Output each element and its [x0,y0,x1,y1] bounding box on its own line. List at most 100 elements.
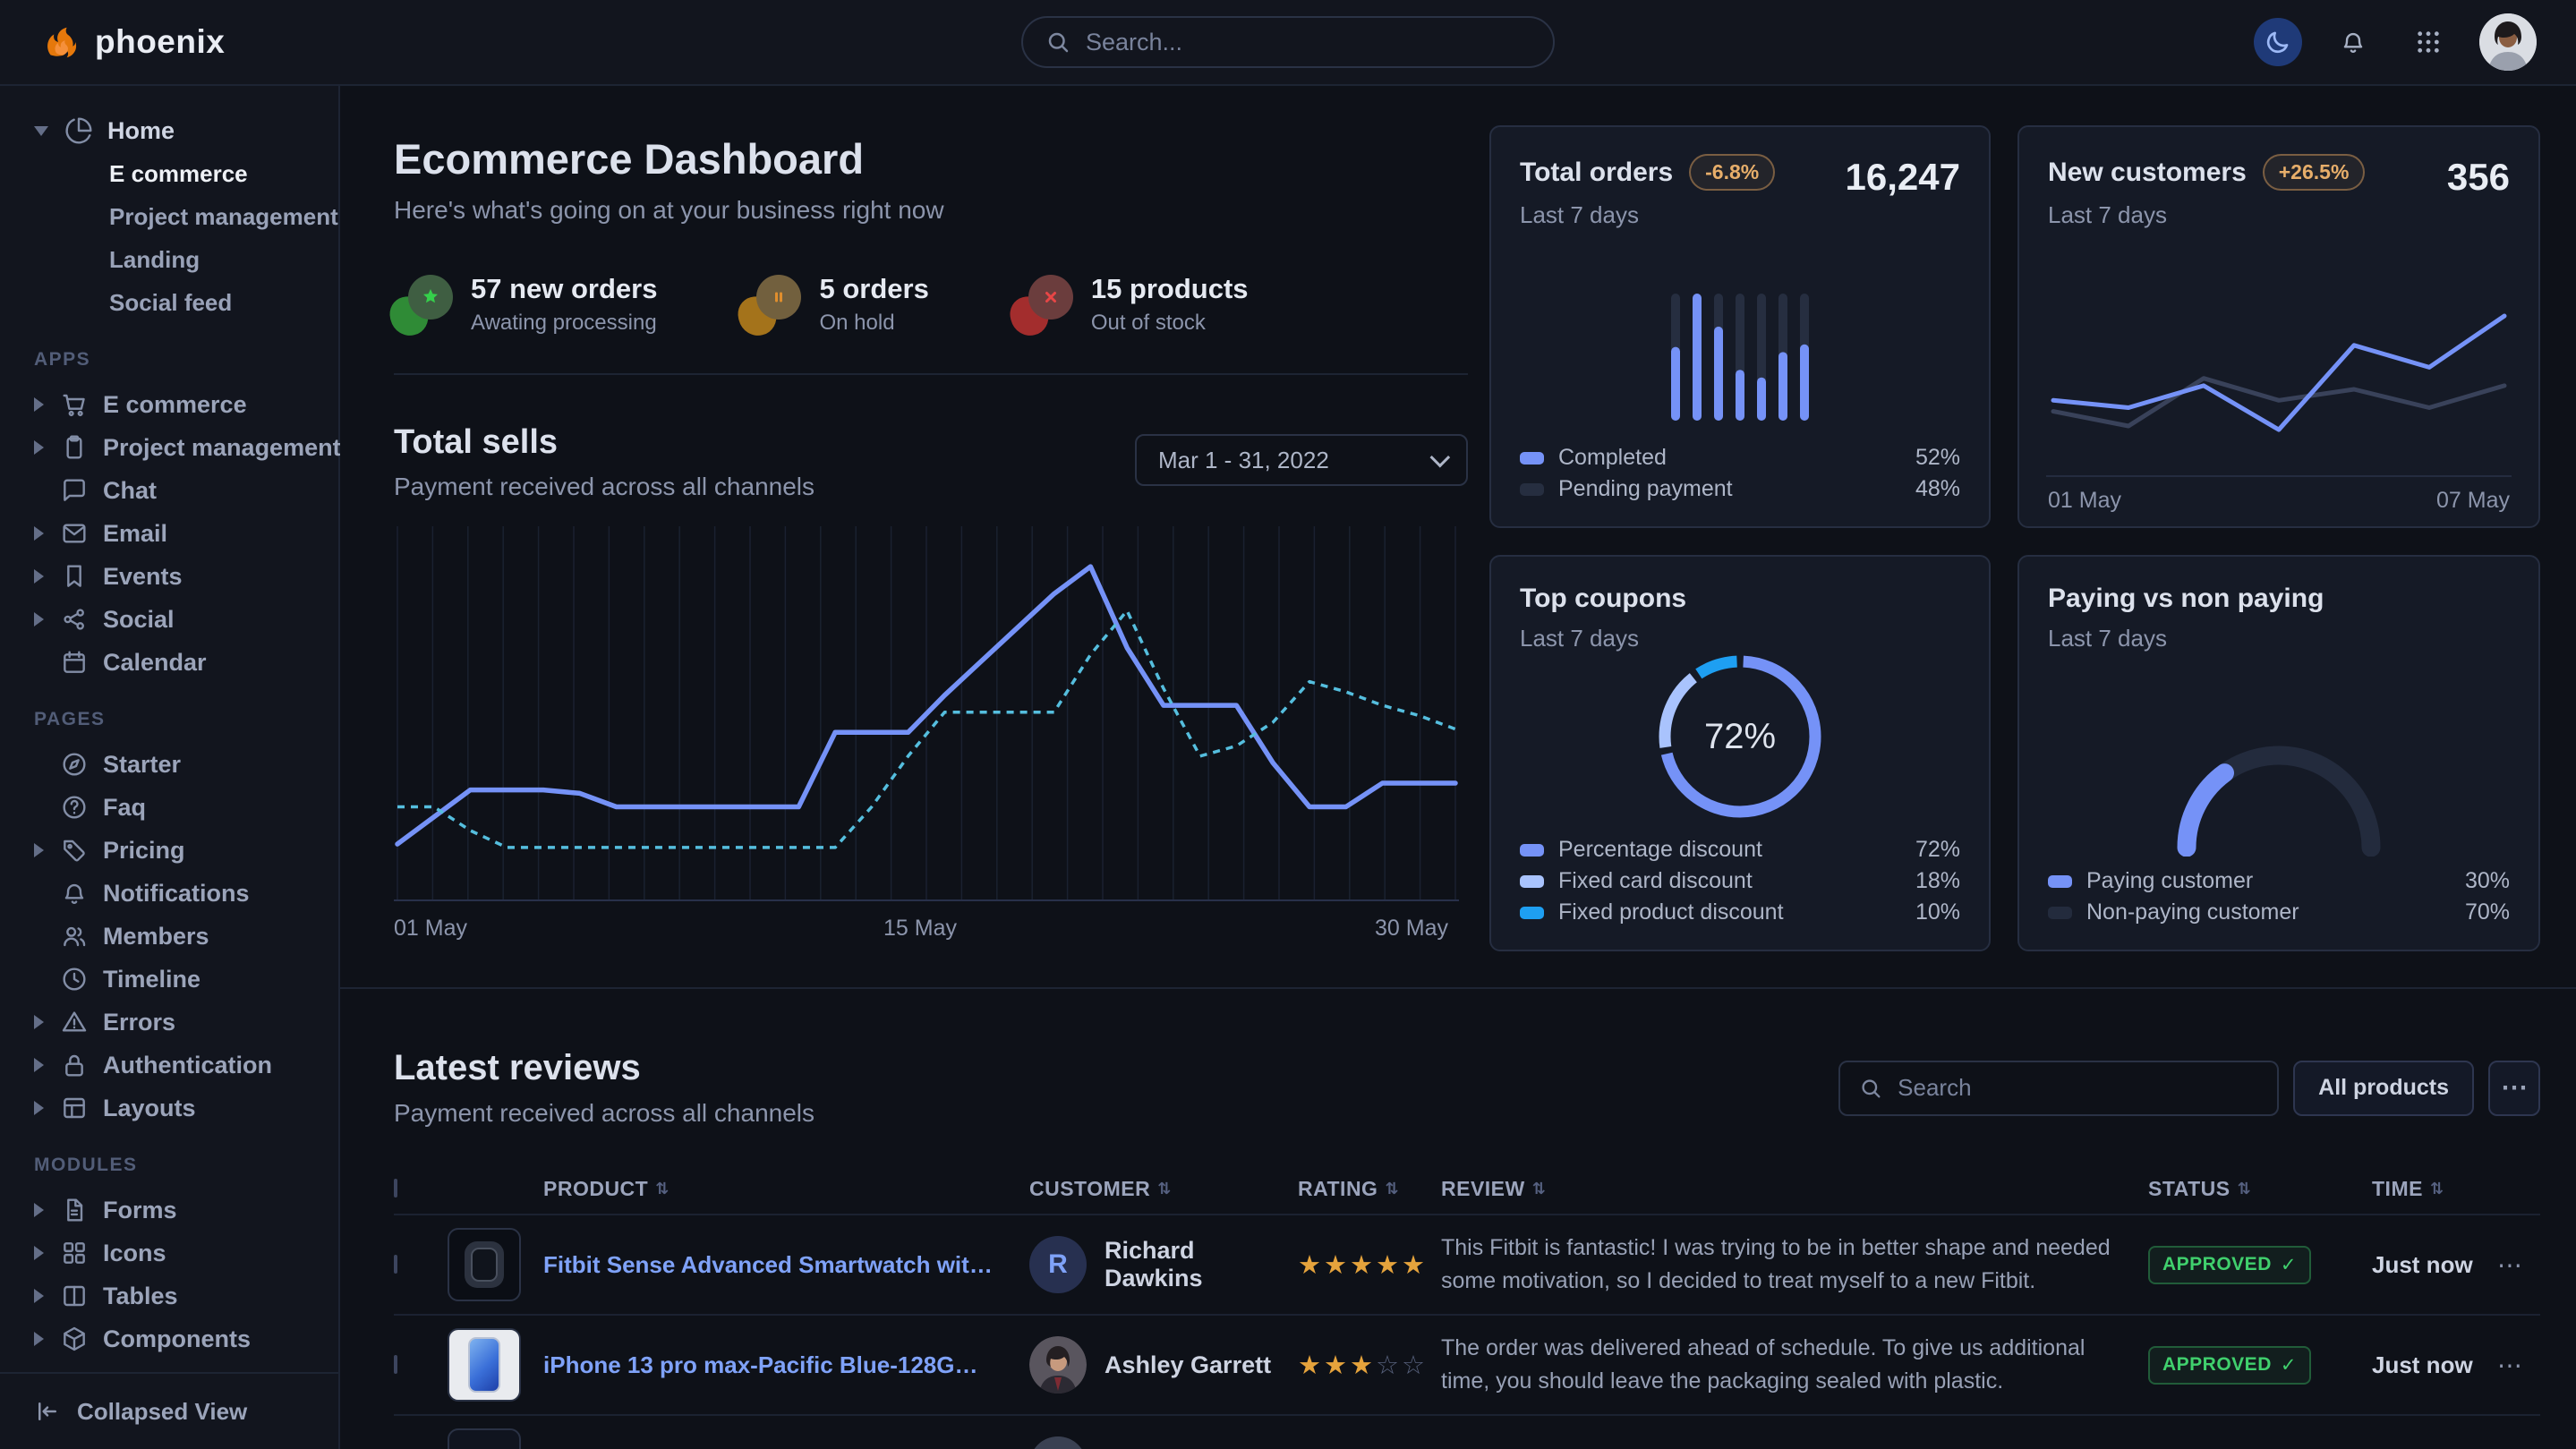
sidebar-item-forms[interactable]: Forms [0,1189,338,1232]
bell-icon [60,879,89,908]
total-sells-title: Total sells [394,423,815,462]
stat-out-of-stock: 15 productsOut of stock [1014,273,1249,336]
legend-value: 48% [1915,476,1960,502]
paying-gauge-chart [2019,736,2538,857]
theme-toggle-button[interactable] [2254,18,2302,66]
user-avatar[interactable] [2479,13,2537,71]
card-period: Last 7 days [2048,201,2510,229]
chevron-right-icon [34,1246,44,1260]
sidebar-item-chat[interactable]: Chat [0,469,338,512]
compass-icon [60,750,89,779]
chevron-right-icon [34,612,44,626]
search-icon [1045,29,1071,55]
notifications-button[interactable] [2329,18,2377,66]
chevron-right-icon [34,1289,44,1303]
orders-legend: Completed52%Pending payment48% [1520,442,1960,505]
pause-badge-icon [742,275,801,334]
sidebar-subitem-e-commerce[interactable]: E commerce [0,152,338,195]
sidebar-item-home[interactable]: Home [0,109,338,152]
sidebar-item-social[interactable]: Social [0,598,338,641]
brand[interactable]: phoenix [39,21,225,63]
more-options-button[interactable]: ⋯ [2488,1061,2540,1116]
grid-icon [60,1239,89,1267]
column-header-review[interactable]: REVIEW ⇅ [1441,1177,2148,1201]
sidebar-item-label: Events [103,563,183,591]
brand-name: phoenix [95,23,225,61]
sidebar-subitem-project-management[interactable]: Project management [0,195,338,238]
sidebar-item-label: Chat [103,477,157,505]
column-header-time[interactable]: TIME ⇅ [2372,1177,2497,1201]
reviews-search-input[interactable] [1896,1073,2259,1103]
product-link[interactable]: iPhone 13 pro max-Pacific Blue-128GB sto… [543,1351,1029,1379]
navbar-actions [2254,13,2537,71]
main-content: Ecommerce Dashboard Here's what's going … [340,86,2576,1449]
select-all-checkbox[interactable] [394,1179,397,1198]
sidebar-item-icons[interactable]: Icons [0,1232,338,1274]
sidebar-item-calendar[interactable]: Calendar [0,641,338,684]
column-header-customer[interactable]: CUSTOMER ⇅ [1029,1177,1298,1201]
date-range-select[interactable]: Mar 1 - 31, 2022 [1135,434,1468,486]
sidebar-item-timeline[interactable]: Timeline [0,958,338,1001]
review-time: Just now [2372,1351,2497,1379]
row-actions-button[interactable]: ⋯ [2497,1250,2540,1280]
chevron-right-icon [34,397,44,412]
collapsed-view-toggle[interactable]: Collapsed View [0,1372,338,1449]
sidebar-item-starter[interactable]: Starter [0,743,338,786]
star-icon: ★ [1324,1251,1350,1280]
sidebar-item-label: Tables [103,1283,178,1310]
review-text: This Fitbit is fantastic! I was trying t… [1441,1232,2148,1299]
row-checkbox[interactable] [394,1355,397,1374]
column-header-product[interactable]: PRODUCT ⇅ [543,1177,1029,1201]
sidebar-item-pricing[interactable]: Pricing [0,829,338,872]
stat-caption: Out of stock [1091,311,1249,336]
sidebar-item-faq[interactable]: Faq [0,786,338,829]
sidebar-item-label: Icons [103,1240,166,1267]
product-thumbnail [448,1428,521,1449]
tag-icon [60,836,89,865]
sidebar-item-project-management[interactable]: Project management [0,426,338,469]
global-search[interactable] [1021,16,1555,68]
users-icon [60,922,89,950]
coupons-legend: Percentage discount72%Fixed card discoun… [1520,834,1960,928]
avatar [1029,1436,1087,1449]
star-icon: ☆ [1402,1351,1428,1380]
sidebar-item-tables[interactable]: Tables [0,1274,338,1317]
sidebar-item-components[interactable]: Components [0,1317,338,1360]
chevron-right-icon [34,569,44,584]
check-icon: ✓ [2281,1354,2297,1377]
sidebar-item-authentication[interactable]: Authentication [0,1044,338,1087]
row-actions-button[interactable]: ⋯ [2497,1351,2540,1380]
sidebar-item-events[interactable]: Events [0,555,338,598]
collapse-icon [34,1398,61,1425]
stat-on-hold: 5 ordersOn hold [742,273,928,336]
all-products-button[interactable]: All products [2293,1061,2474,1116]
product-link[interactable]: Fitbit Sense Advanced Smartwatch with To… [543,1251,1029,1279]
star-icon: ★ [1298,1251,1324,1280]
customer-name: Ashley Garrett [1105,1351,1271,1379]
sidebar-item-members[interactable]: Members [0,915,338,958]
row-checkbox[interactable] [394,1255,397,1274]
sidebar-subitem-landing[interactable]: Landing [0,238,338,281]
sidebar-item-label: Project management [103,434,341,462]
sort-icon: ⇅ [1157,1180,1172,1198]
sidebar-item-errors[interactable]: Errors [0,1001,338,1044]
column-header-rating[interactable]: RATING ⇅ [1298,1177,1441,1201]
column-header-status[interactable]: STATUS ⇅ [2148,1177,2372,1201]
sidebar-item-e-commerce[interactable]: E commerce [0,383,338,426]
sidebar-item-layouts[interactable]: Layouts [0,1087,338,1129]
top-navbar: phoenix [0,0,2576,86]
stats-row: 57 new ordersAwating processing5 ordersO… [394,273,1468,336]
x-tick: 15 May [883,916,957,942]
chevron-down-icon [1430,447,1451,468]
apps-menu-button[interactable] [2404,18,2452,66]
sidebar-item-label: Calendar [103,649,207,677]
sidebar-subitem-social-feed[interactable]: Social feed [0,281,338,324]
legend-value: 72% [1915,837,1960,863]
product-thumbnail [448,1228,521,1301]
sidebar-item-email[interactable]: Email [0,512,338,555]
chevron-right-icon [34,1203,44,1217]
reviews-search[interactable] [1838,1061,2279,1116]
card-title: Top coupons [1520,584,1686,614]
global-search-input[interactable] [1084,28,1531,57]
sidebar-item-notifications[interactable]: Notifications [0,872,338,915]
